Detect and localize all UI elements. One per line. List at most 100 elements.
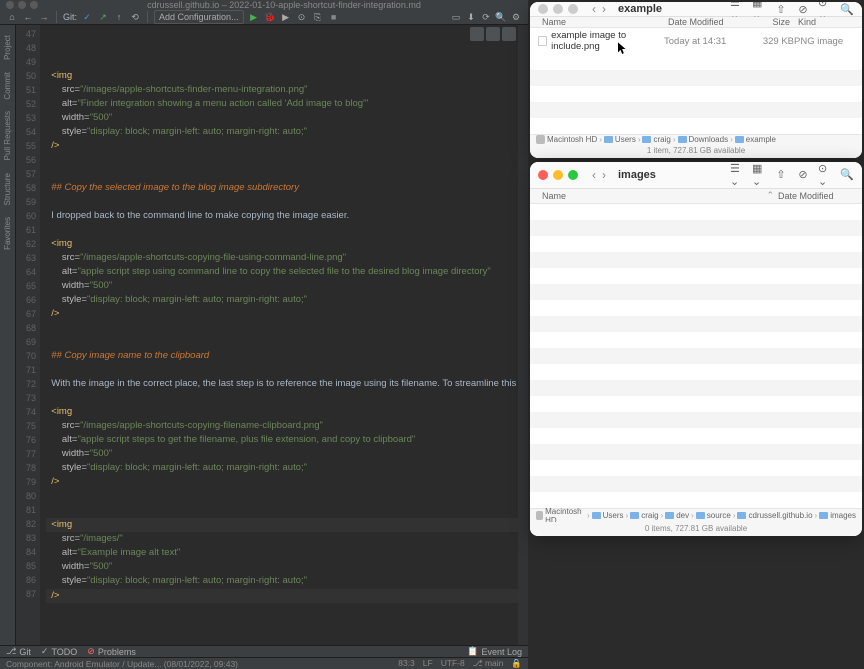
file-row[interactable]: example image to include.pngToday at 14:… xyxy=(530,28,862,54)
group-icon[interactable]: ▦ ⌄ xyxy=(752,168,766,182)
column-header[interactable]: Name Date Modified Size Kind xyxy=(530,17,862,28)
forward-icon[interactable]: › xyxy=(600,168,608,182)
problems-tab[interactable]: ⊘ Problems xyxy=(87,646,136,657)
back-icon[interactable]: ‹ xyxy=(590,2,598,16)
forward-icon[interactable]: → xyxy=(38,11,50,23)
column-header[interactable]: Name ⌃ Date Modified xyxy=(530,189,862,204)
path-segment[interactable]: Users xyxy=(592,511,624,520)
stop-icon[interactable]: ■ xyxy=(328,11,340,23)
path-segment[interactable]: craig xyxy=(630,511,658,520)
view-list-icon[interactable]: ☰ ⌄ xyxy=(730,2,744,16)
encoding[interactable]: UTF-8 xyxy=(441,658,465,669)
vcs-push-icon[interactable]: ↑ xyxy=(113,11,125,23)
search-icon[interactable]: 🔍 xyxy=(840,2,854,16)
window-controls[interactable] xyxy=(538,170,578,180)
folder-icon xyxy=(735,136,744,143)
file-name: example image to include.png xyxy=(551,30,664,52)
col-date[interactable]: Date Modified xyxy=(774,191,854,201)
search-icon[interactable]: 🔍 xyxy=(840,168,854,182)
window-controls[interactable] xyxy=(6,1,38,9)
split-icon[interactable] xyxy=(486,27,500,41)
path-segment[interactable]: cdrussell.github.io xyxy=(737,511,812,520)
finder-toolbar: ‹ › example ☰ ⌄ ▦ ⌄ ⇧ ⊘ ⊙ ⌄ 🔍 xyxy=(530,2,862,17)
sdk-icon[interactable]: ⬇ xyxy=(465,11,477,23)
tag-icon[interactable]: ⊘ xyxy=(796,2,810,16)
profile-icon[interactable]: ⊙ xyxy=(296,11,308,23)
path-segment[interactable]: dev xyxy=(665,511,689,520)
search-icon[interactable]: 🔍 xyxy=(495,11,507,23)
event-log-tab[interactable]: 📋 Event Log xyxy=(467,646,522,657)
minimize-dot[interactable] xyxy=(553,4,563,14)
tool-tab-commit[interactable]: Commit xyxy=(2,66,13,106)
close-dot[interactable] xyxy=(538,4,548,14)
debug-icon[interactable]: 🐞 xyxy=(264,11,276,23)
tag-icon[interactable]: ⊘ xyxy=(796,168,810,182)
view-list-icon[interactable]: ☰ ⌄ xyxy=(730,168,744,182)
folder-icon xyxy=(678,136,687,143)
path-segment[interactable]: Downloads xyxy=(678,135,729,144)
code-editor[interactable]: <img src="/images/apple-shortcuts-finder… xyxy=(40,25,518,645)
path-bar[interactable]: Macintosh HD› Users› craig› Downloads› e… xyxy=(530,134,862,144)
home-icon[interactable]: ⌂ xyxy=(6,11,18,23)
tool-tab-pull-requests[interactable]: Pull Requests xyxy=(2,105,13,166)
col-name[interactable]: Name xyxy=(538,17,664,27)
col-date[interactable]: Date Modified xyxy=(664,17,744,27)
tool-tab-favorites[interactable]: Favorites xyxy=(2,211,13,256)
caret-position[interactable]: 83:3 xyxy=(398,658,415,669)
path-bar[interactable]: Macintosh HD› Users› craig› dev› source›… xyxy=(530,508,862,522)
back-icon[interactable]: ← xyxy=(22,11,34,23)
error-stripe[interactable] xyxy=(518,25,528,645)
vcs-history-icon[interactable]: ⟲ xyxy=(129,11,141,23)
path-segment[interactable]: example xyxy=(735,135,776,144)
tool-tab-project[interactable]: Project xyxy=(2,29,13,66)
sync-icon[interactable]: ⟳ xyxy=(480,11,492,23)
col-name[interactable]: Name xyxy=(538,191,766,201)
close-dot[interactable] xyxy=(538,170,548,180)
finder-window-example: ‹ › example ☰ ⌄ ▦ ⌄ ⇧ ⊘ ⊙ ⌄ 🔍 Name Date … xyxy=(530,2,862,158)
folder-icon xyxy=(819,512,828,519)
zoom-dot[interactable] xyxy=(568,170,578,180)
path-segment[interactable]: source xyxy=(696,511,731,520)
git-tab[interactable]: ⎇ Git xyxy=(6,646,31,657)
run-icon[interactable]: ▶ xyxy=(248,11,260,23)
lock-icon[interactable]: 🔒 xyxy=(511,658,522,669)
file-list[interactable] xyxy=(530,204,862,508)
folder-icon xyxy=(630,512,639,519)
path-segment[interactable]: Macintosh HD xyxy=(536,135,597,144)
editor-area: ProjectCommitPull RequestsStructureFavor… xyxy=(0,25,528,645)
action-icon[interactable]: ⊙ ⌄ xyxy=(818,168,832,182)
minimize-dot[interactable] xyxy=(553,170,563,180)
path-segment[interactable]: images xyxy=(819,511,856,520)
preview-icon[interactable] xyxy=(502,27,516,41)
line-gutter[interactable]: 4748495051525354555657585960616263646566… xyxy=(16,25,40,645)
share-icon[interactable]: ⇧ xyxy=(774,168,788,182)
zoom-dot[interactable] xyxy=(30,1,38,9)
window-controls[interactable] xyxy=(538,4,578,14)
avd-icon[interactable]: ▭ xyxy=(450,11,462,23)
zoom-dot[interactable] xyxy=(568,4,578,14)
tool-tab-structure[interactable]: Structure xyxy=(2,167,13,211)
path-segment[interactable]: Users xyxy=(604,135,636,144)
minimize-dot[interactable] xyxy=(18,1,26,9)
col-size[interactable]: Size xyxy=(744,17,794,27)
attach-icon[interactable]: ⎘ xyxy=(312,11,324,23)
todo-tab[interactable]: ✓ TODO xyxy=(41,646,77,657)
coverage-icon[interactable]: ▶ xyxy=(280,11,292,23)
reader-mode-icon[interactable] xyxy=(470,27,484,41)
close-dot[interactable] xyxy=(6,1,14,9)
action-icon[interactable]: ⊙ ⌄ xyxy=(818,2,832,16)
file-list[interactable]: example image to include.pngToday at 14:… xyxy=(530,28,862,134)
vcs-commit-icon[interactable]: ↗ xyxy=(97,11,109,23)
group-icon[interactable]: ▦ ⌄ xyxy=(752,2,766,16)
back-icon[interactable]: ‹ xyxy=(590,168,598,182)
path-segment[interactable]: craig xyxy=(642,135,670,144)
git-branch[interactable]: ⎇ main xyxy=(473,658,504,669)
run-config-dropdown[interactable]: Add Configuration... xyxy=(154,10,244,24)
finder-window-images: ‹ › images ☰ ⌄ ▦ ⌄ ⇧ ⊘ ⊙ ⌄ 🔍 Name ⌃ Date… xyxy=(530,162,862,536)
settings-icon[interactable]: ⚙ xyxy=(510,11,522,23)
share-icon[interactable]: ⇧ xyxy=(774,2,788,16)
col-kind[interactable]: Kind xyxy=(794,17,854,27)
line-ending[interactable]: LF xyxy=(423,658,433,669)
vcs-update-icon[interactable]: ✓ xyxy=(81,11,93,23)
forward-icon[interactable]: › xyxy=(600,2,608,16)
